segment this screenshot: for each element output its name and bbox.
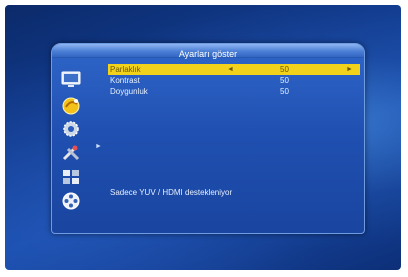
tools-icon[interactable] [60,143,82,163]
saturation-value: 50 [280,87,289,96]
satellite-dish-icon[interactable] [60,95,82,115]
arrow-left-icon[interactable]: ◄ [227,64,234,75]
contrast-label: Kontrast [110,76,140,85]
brightness-value: 50 [280,65,289,74]
tv-icon[interactable] [60,69,82,89]
brightness-row[interactable]: Parlaklık ◄ 50 ► [108,64,360,75]
support-note: Sadece YUV / HDMI destekleniyor [110,188,233,197]
brightness-label: Parlaklık [110,65,141,74]
dialog-title: Ayarları göster [178,49,238,59]
sidebar-menu: ► [58,64,102,229]
display-settings-dialog: Ayarları göster ► Parlaklık ◄ 50 ► Kontr… [51,43,365,234]
settings-gear-icon[interactable] [60,119,82,139]
media-reel-icon[interactable] [60,191,82,211]
expand-arrow-icon: ► [95,143,102,150]
saturation-label: Doygunluk [110,87,148,96]
dialog-title-bar: Ayarları göster [52,44,364,59]
sliders-icon[interactable] [60,167,82,187]
contrast-row[interactable]: Kontrast 50 [108,75,360,86]
arrow-right-icon[interactable]: ► [346,64,353,75]
tv-screen: Ayarları göster ► Parlaklık ◄ 50 ► Kontr… [5,5,401,270]
saturation-row[interactable]: Doygunluk 50 [108,86,360,97]
contrast-value: 50 [280,76,289,85]
settings-list: Parlaklık ◄ 50 ► Kontrast 50 Doygunluk 5… [108,64,360,97]
